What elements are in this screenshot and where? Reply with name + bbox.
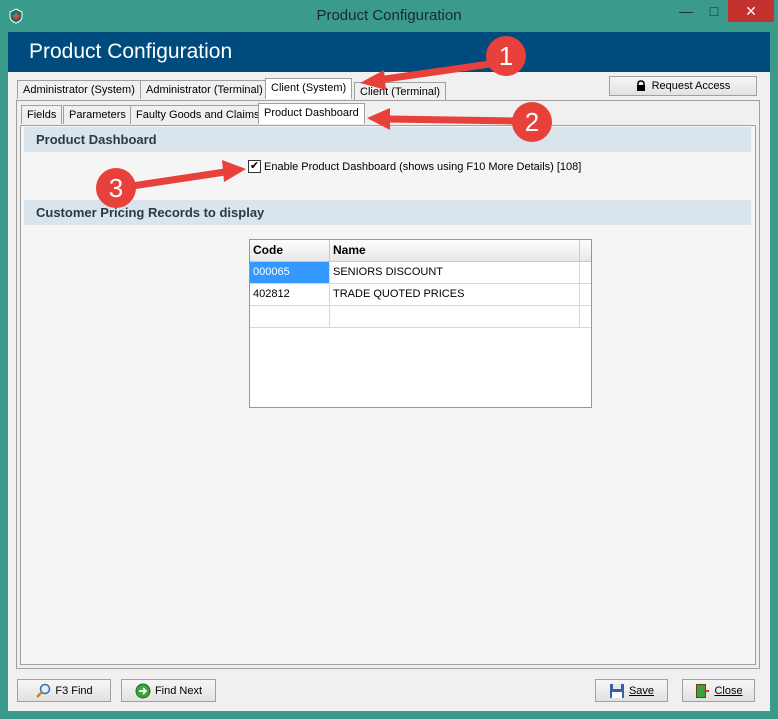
table-row-new[interactable]: [250, 306, 591, 328]
tab-client-system[interactable]: Client (System): [265, 78, 353, 99]
column-header-name[interactable]: Name: [330, 240, 580, 261]
minimize-icon[interactable]: —: [672, 0, 700, 22]
request-access-button[interactable]: Request Access: [609, 76, 757, 96]
maximize-icon[interactable]: □: [700, 0, 728, 22]
tab-fields[interactable]: Fields: [21, 105, 63, 124]
close-label: Close: [714, 684, 743, 697]
find-button[interactable]: F3 Find: [17, 679, 111, 702]
tab-administrator-system[interactable]: Administrator (System): [17, 80, 141, 99]
page-title: Product Configuration: [29, 40, 233, 63]
title-bar: Product Configuration — □ ✕: [0, 0, 778, 32]
tab-product-dashboard[interactable]: Product Dashboard: [258, 103, 365, 124]
cell-code[interactable]: 402812: [250, 284, 330, 305]
client-area: Product Configuration Administrator (Sys…: [8, 32, 770, 711]
find-next-button[interactable]: Find Next: [121, 679, 216, 702]
save-button[interactable]: Save: [595, 679, 668, 702]
close-button[interactable]: Close: [682, 679, 755, 702]
find-next-label: Find Next: [154, 684, 203, 697]
section-pricing-records: Customer Pricing Records to display: [24, 200, 751, 225]
window-title: Product Configuration: [316, 7, 462, 24]
enable-dashboard-label: Enable Product Dashboard (shows using F1…: [264, 160, 582, 173]
table-row[interactable]: 000065 SENIORS DISCOUNT: [250, 262, 591, 284]
enable-dashboard-checkbox[interactable]: ✔: [248, 160, 261, 173]
floppy-disk-icon: [609, 683, 624, 698]
tab-client-terminal[interactable]: Client (Terminal): [354, 82, 447, 101]
tab-faulty-goods[interactable]: Faulty Goods and Claims: [130, 105, 266, 124]
enable-dashboard-row[interactable]: ✔ Enable Product Dashboard (shows using …: [248, 160, 581, 173]
cell-code[interactable]: 000065: [250, 262, 330, 283]
cell-code[interactable]: [250, 306, 330, 327]
request-access-label: Request Access: [651, 80, 731, 92]
cell-name[interactable]: TRADE QUOTED PRICES: [330, 284, 580, 305]
lock-icon: [636, 80, 645, 91]
tab-parameters[interactable]: Parameters: [63, 105, 132, 124]
tab-administrator-terminal[interactable]: Administrator (Terminal): [140, 80, 269, 99]
pricing-records-grid[interactable]: Code Name 000065 SENIORS DISCOUNT 402812…: [249, 239, 592, 408]
grid-header: Code Name: [250, 240, 591, 262]
cell-name[interactable]: [330, 306, 580, 327]
save-label: Save: [628, 684, 655, 697]
cell-name[interactable]: SENIORS DISCOUNT: [330, 262, 580, 283]
find-label: F3 Find: [55, 684, 93, 697]
column-header-code[interactable]: Code: [250, 240, 330, 261]
section-product-dashboard: Product Dashboard: [24, 127, 751, 152]
arrow-right-icon: [135, 683, 151, 698]
app-window: Product Configuration — □ ✕ Product Conf…: [0, 0, 778, 719]
magnifier-icon: [36, 683, 51, 698]
close-icon[interactable]: ✕: [728, 0, 774, 22]
door-exit-icon: [696, 683, 710, 698]
header-band: Product Configuration: [8, 32, 770, 72]
table-row[interactable]: 402812 TRADE QUOTED PRICES: [250, 284, 591, 306]
